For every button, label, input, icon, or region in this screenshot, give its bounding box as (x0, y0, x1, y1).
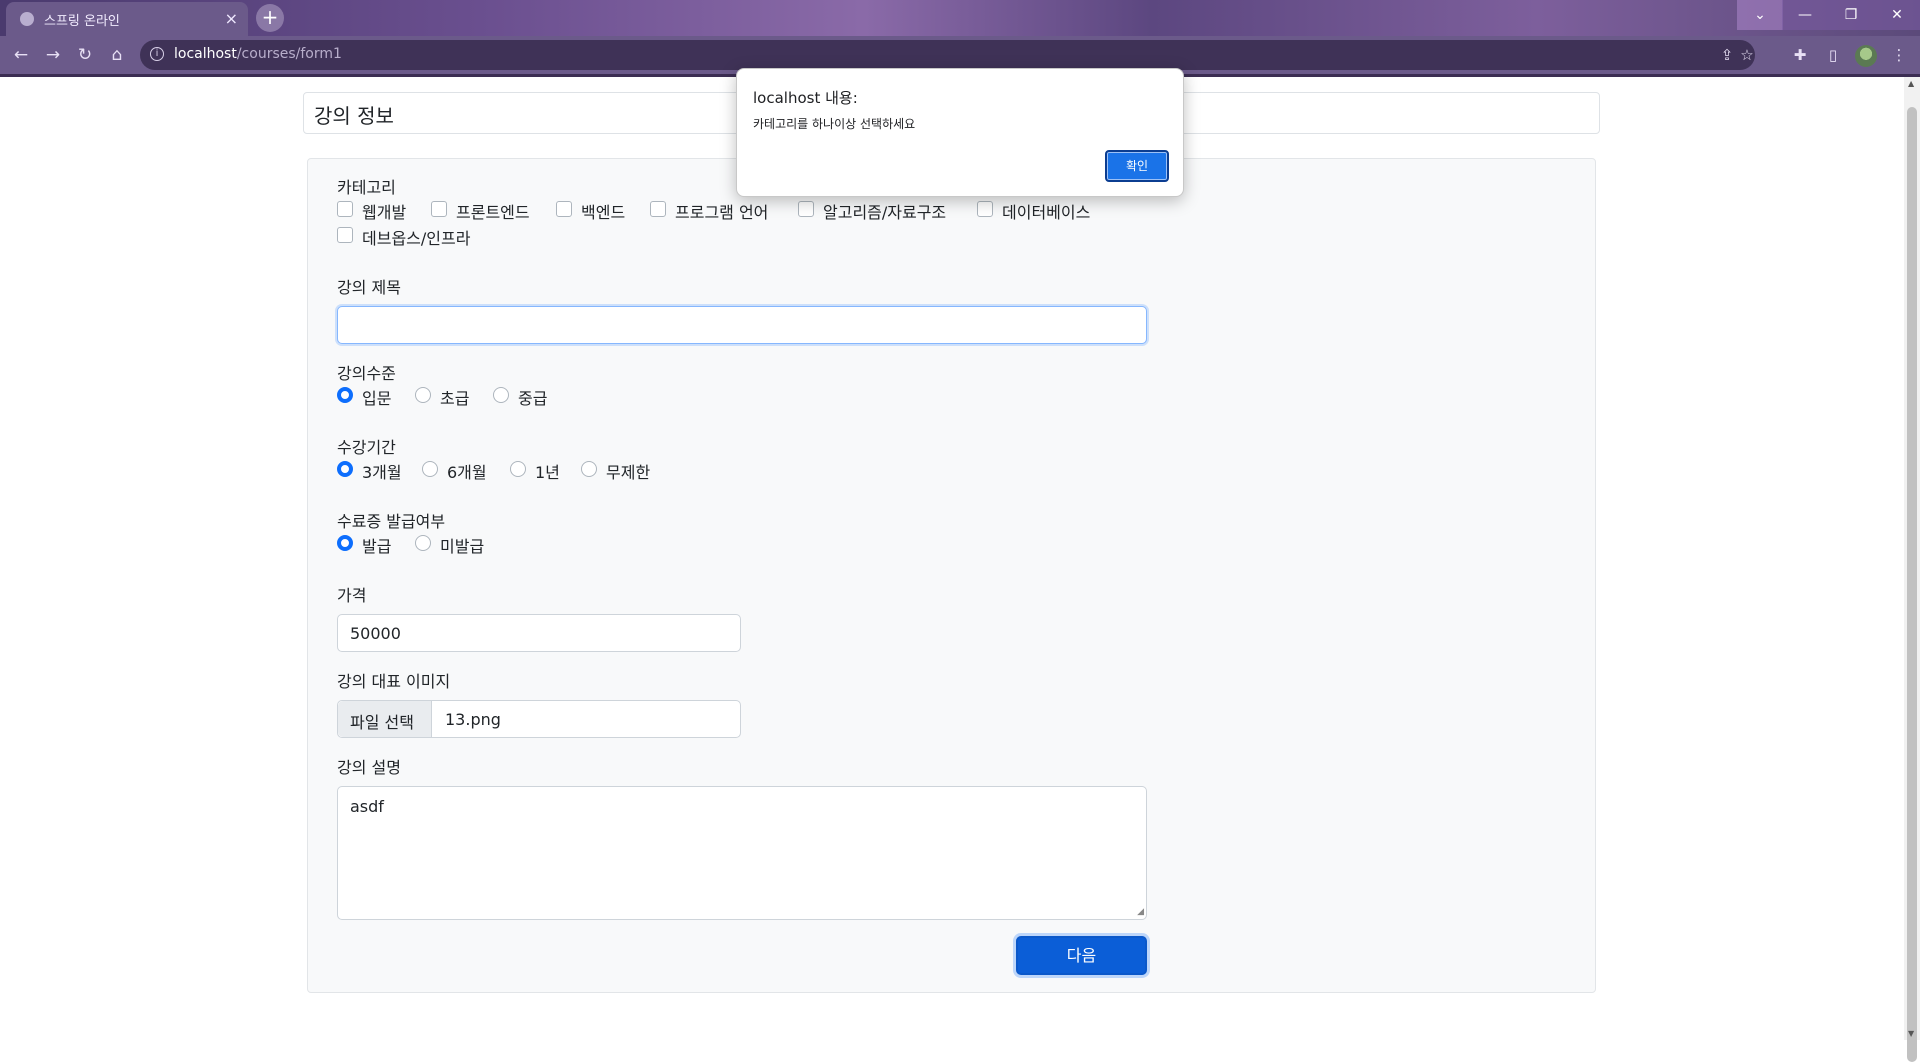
window-close-icon[interactable]: ✕ (1874, 0, 1920, 30)
category-checkbox[interactable] (337, 201, 353, 217)
browser-tab-strip: 스프링 온라인 × + ⌄ — ❐ ✕ (0, 0, 1920, 36)
certificate-radio-selected[interactable] (337, 535, 353, 551)
title-label: 강의 제목 (337, 278, 401, 297)
tab-search-icon[interactable]: ⌄ (1737, 0, 1783, 30)
alert-dialog: localhost 내용: 카테고리를 하나이상 선택하세요 확인 (736, 68, 1184, 197)
category-option[interactable]: 프론트엔드 (456, 199, 530, 223)
dialog-message: 카테고리를 하나이상 선택하세요 (753, 117, 916, 131)
profile-avatar[interactable] (1855, 45, 1877, 67)
level-radio[interactable] (493, 387, 509, 403)
dialog-ok-button[interactable]: 확인 (1105, 150, 1169, 182)
certificate-option[interactable]: 발급 (362, 533, 391, 557)
period-option[interactable]: 3개월 (362, 459, 402, 483)
description-label: 강의 설명 (337, 758, 401, 777)
certificate-option[interactable]: 미발급 (440, 533, 484, 557)
forward-icon[interactable]: → (42, 44, 64, 66)
new-tab-button[interactable]: + (256, 4, 284, 32)
image-label: 강의 대표 이미지 (337, 672, 451, 691)
category-checkbox[interactable] (650, 201, 666, 217)
category-checkbox[interactable] (977, 201, 993, 217)
category-label: 카테고리 (337, 178, 396, 197)
category-option[interactable]: 알고리즘/자료구조 (823, 199, 946, 223)
back-icon[interactable]: ← (10, 44, 32, 66)
category-checkbox[interactable] (337, 227, 353, 243)
level-option[interactable]: 입문 (362, 385, 391, 409)
tab-title: 스프링 온라인 (44, 14, 120, 29)
level-label: 강의수준 (337, 364, 396, 383)
browser-tab-active[interactable]: 스프링 온라인 × (6, 2, 248, 36)
share-icon[interactable]: ⇪ (1717, 45, 1737, 65)
star-icon[interactable]: ☆ (1740, 45, 1754, 65)
restore-icon[interactable]: ❐ (1828, 0, 1874, 30)
category-option[interactable]: 데이터베이스 (1002, 199, 1090, 223)
description-value: asdf (350, 797, 384, 816)
address-bar[interactable]: i localhost/courses/form1 ⇪ ☆ (140, 40, 1755, 70)
url-host: localhost (174, 46, 237, 62)
choose-file-button[interactable]: 파일 선택 (338, 701, 432, 737)
period-radio[interactable] (510, 461, 526, 477)
price-input[interactable]: 50000 (337, 614, 741, 652)
globe-icon (20, 12, 34, 26)
price-input-value: 50000 (350, 624, 401, 643)
choose-file-label: 파일 선택 (350, 713, 414, 732)
category-option[interactable]: 백엔드 (581, 199, 625, 223)
period-radio[interactable] (422, 461, 438, 477)
page-viewport: 강의 정보 카테고리 웹개발 프론트엔드 백엔드 프로그램 언어 알고리즘/자료… (0, 77, 1904, 1040)
menu-icon[interactable]: ⋮ (1888, 44, 1910, 66)
minimize-icon[interactable]: — (1782, 0, 1828, 30)
category-option[interactable]: 프로그램 언어 (675, 199, 768, 223)
category-checkbox[interactable] (556, 201, 572, 217)
home-icon[interactable]: ⌂ (106, 44, 128, 66)
resize-grip-icon[interactable]: ◢ (1137, 907, 1144, 917)
description-textarea[interactable]: asdf ◢ (337, 786, 1147, 920)
level-radio-selected[interactable] (337, 387, 353, 403)
category-option[interactable]: 웹개발 (362, 199, 406, 223)
next-button[interactable]: 다음 (1016, 936, 1147, 975)
level-option[interactable]: 초급 (440, 385, 469, 409)
extensions-icon[interactable]: ✚ (1789, 44, 1811, 66)
scroll-down-icon[interactable]: ▼ (1908, 1029, 1914, 1038)
dialog-title: localhost 내용: (753, 89, 858, 107)
page-title: 강의 정보 (314, 104, 394, 128)
level-option[interactable]: 중급 (518, 385, 547, 409)
period-label: 수강기간 (337, 438, 396, 457)
title-input[interactable] (337, 306, 1147, 344)
category-checkbox[interactable] (798, 201, 814, 217)
course-form: 카테고리 웹개발 프론트엔드 백엔드 프로그램 언어 알고리즘/자료구조 데이터… (307, 158, 1596, 993)
url-text[interactable]: localhost/courses/form1 (174, 46, 342, 62)
period-option[interactable]: 1년 (535, 459, 560, 483)
scroll-up-icon[interactable]: ▲ (1908, 79, 1914, 88)
info-icon[interactable]: i (150, 47, 164, 61)
category-option[interactable]: 데브옵스/인프라 (362, 225, 470, 249)
certificate-radio[interactable] (415, 535, 431, 551)
period-radio-selected[interactable] (337, 461, 353, 477)
period-option[interactable]: 6개월 (447, 459, 487, 483)
level-radio[interactable] (415, 387, 431, 403)
certificate-label: 수료증 발급여부 (337, 512, 446, 531)
page-scrollbar[interactable]: ▲ ▼ (1904, 77, 1920, 1062)
image-file-input[interactable]: 파일 선택 13.png (337, 700, 741, 738)
tab-close-icon[interactable]: × (225, 9, 238, 28)
price-label: 가격 (337, 586, 367, 605)
scrollbar-thumb[interactable] (1907, 107, 1917, 1062)
category-checkbox[interactable] (431, 201, 447, 217)
period-radio[interactable] (581, 461, 597, 477)
file-name: 13.png (445, 710, 501, 729)
url-path: /courses/form1 (236, 46, 342, 62)
sidepanel-icon[interactable]: ▯ (1822, 44, 1844, 66)
reload-icon[interactable]: ↻ (74, 44, 96, 66)
period-option[interactable]: 무제한 (606, 459, 650, 483)
